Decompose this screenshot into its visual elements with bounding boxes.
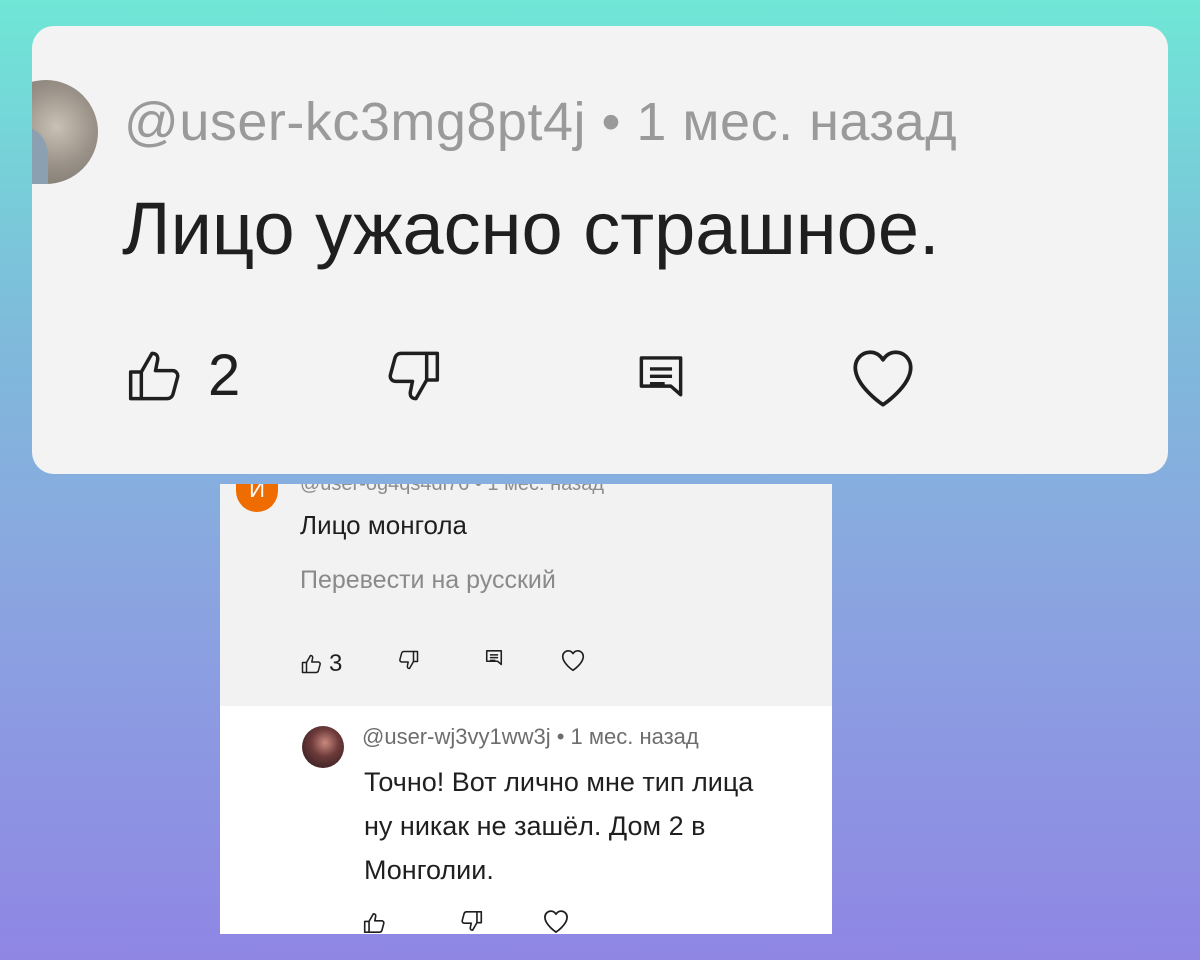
comment-actions: 3 xyxy=(300,646,700,686)
comments-screenshot-panel: И @user-og4qs4di76 • 1 мес. назад Лицо м… xyxy=(220,484,832,934)
comment-actions xyxy=(362,910,662,934)
translate-link[interactable]: Перевести на русский xyxy=(300,566,556,595)
heart-icon xyxy=(848,344,918,410)
comment-author-meta: @user-og4qs4di76 • 1 мес. назад xyxy=(300,484,604,495)
comment-actions: 2 xyxy=(124,344,1024,424)
reply-button[interactable] xyxy=(634,350,688,410)
zoomed-comment-card: @user-kc3mg8pt4j • 1 мес. назад Лицо ужа… xyxy=(32,26,1168,474)
thumb-up-icon xyxy=(300,652,324,676)
heart-button[interactable] xyxy=(542,908,570,934)
like-button[interactable] xyxy=(362,910,388,934)
heart-button[interactable] xyxy=(848,344,918,410)
comment-author-meta: @user-wj3vy1ww3j • 1 мес. назад xyxy=(362,724,699,749)
comment-thread: И @user-og4qs4di76 • 1 мес. назад Лицо м… xyxy=(220,484,832,706)
reply-icon xyxy=(484,648,504,670)
dislike-button[interactable] xyxy=(458,908,484,934)
heart-button[interactable] xyxy=(560,648,586,672)
like-button[interactable]: 3 xyxy=(300,650,342,678)
comment-text: Лицо монгола xyxy=(300,510,467,540)
like-count: 2 xyxy=(208,343,241,408)
heart-icon xyxy=(560,648,586,672)
dislike-button[interactable] xyxy=(396,648,420,672)
thumb-down-icon xyxy=(458,908,484,934)
avatar[interactable] xyxy=(32,80,98,184)
like-count: 3 xyxy=(329,650,343,677)
thumb-up-icon xyxy=(362,910,388,934)
dislike-button[interactable] xyxy=(380,344,444,408)
comment-text: Лицо ужасно страшное. xyxy=(122,187,940,270)
comment-text: Точно! Вот лично мне тип лица ну никак н… xyxy=(364,767,754,885)
reply-icon xyxy=(634,350,688,410)
like-button[interactable]: 2 xyxy=(124,344,240,408)
comment-author-meta: @user-kc3mg8pt4j • 1 мес. назад xyxy=(124,92,958,152)
avatar[interactable] xyxy=(302,726,344,768)
heart-icon xyxy=(542,908,570,934)
reply-button[interactable] xyxy=(484,648,504,670)
thumb-down-icon xyxy=(396,648,420,672)
avatar[interactable]: И xyxy=(236,484,278,512)
thumb-up-icon xyxy=(124,344,188,408)
thumb-down-icon xyxy=(380,344,444,408)
